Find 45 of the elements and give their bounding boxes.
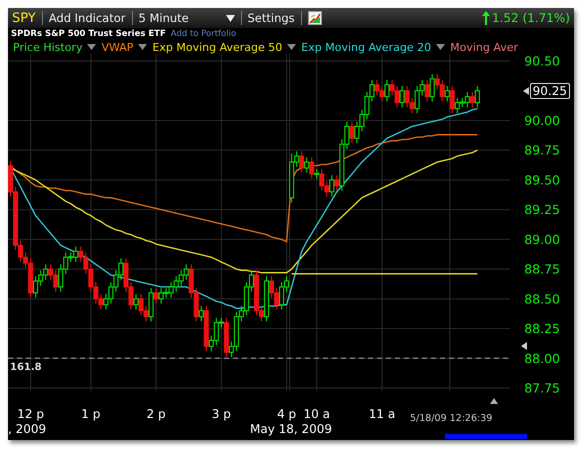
y-tick-label: 89.25 bbox=[524, 202, 560, 218]
scroll-up-icon bbox=[490, 398, 498, 404]
security-name: SPDRs S&P 500 Trust Series ETF bbox=[11, 29, 166, 39]
marker-icon bbox=[521, 342, 527, 350]
y-tick-label: 88.75 bbox=[524, 262, 560, 277]
y-tick-label: 89.50 bbox=[524, 172, 560, 188]
settings-button[interactable]: Settings bbox=[248, 11, 295, 25]
timestamp: 5/18/09 12:26:39 bbox=[410, 414, 492, 424]
ticker-symbol: SPY bbox=[11, 10, 36, 26]
interval-dropdown[interactable]: 5 Minute bbox=[138, 11, 234, 25]
y-tick-label: 87.75 bbox=[524, 380, 560, 396]
add-to-portfolio-link[interactable]: Add to Portfolio bbox=[170, 29, 236, 39]
chart-icon[interactable] bbox=[308, 11, 322, 25]
scroll-bar[interactable] bbox=[445, 434, 527, 439]
date-label: May 18, 2009 bbox=[250, 423, 332, 435]
price-tag: 90.25 bbox=[530, 82, 570, 99]
x-tick-label: 10 a bbox=[304, 407, 330, 421]
x-tick-label: 12 p bbox=[17, 407, 44, 421]
add-indicator-button[interactable]: Add Indicator bbox=[48, 11, 126, 25]
caret-icon[interactable] bbox=[87, 44, 96, 50]
caret-icon[interactable] bbox=[138, 44, 148, 50]
caret-icon bbox=[226, 14, 234, 22]
y-tick-label: 89.75 bbox=[524, 142, 560, 158]
x-tick-label: 3 p bbox=[212, 407, 231, 421]
y-tick-label: 88.00 bbox=[524, 350, 560, 366]
legend-item[interactable]: VWAP bbox=[101, 40, 134, 54]
x-tick-label: 4 p bbox=[277, 407, 296, 421]
x-tick-label: 11 a bbox=[368, 407, 396, 421]
y-tick-label: 88.25 bbox=[524, 321, 560, 336]
up-arrow-icon bbox=[482, 11, 490, 25]
y-tick-label: 88.50 bbox=[524, 291, 560, 306]
price-change: 1.52 (1.71%) bbox=[492, 11, 570, 25]
reference-label: 161.8 bbox=[10, 363, 42, 374]
caret-icon[interactable] bbox=[287, 44, 296, 50]
legend-item[interactable]: Price History bbox=[13, 40, 82, 54]
legend-item[interactable]: Moving Aver bbox=[450, 40, 518, 54]
x-tick-label: 2 p bbox=[146, 407, 166, 421]
legend-item[interactable]: Exp Moving Average 50 bbox=[152, 40, 282, 54]
y-tick-label: 90.00 bbox=[524, 112, 560, 128]
date-label: , 2009 bbox=[8, 423, 46, 435]
x-tick-label: 1 p bbox=[81, 407, 100, 421]
y-tick-label: 90.50 bbox=[524, 54, 560, 68]
y-tick-label: 89.00 bbox=[524, 232, 560, 247]
caret-icon[interactable] bbox=[436, 44, 446, 50]
legend-item[interactable]: Exp Moving Average 20 bbox=[301, 40, 432, 54]
